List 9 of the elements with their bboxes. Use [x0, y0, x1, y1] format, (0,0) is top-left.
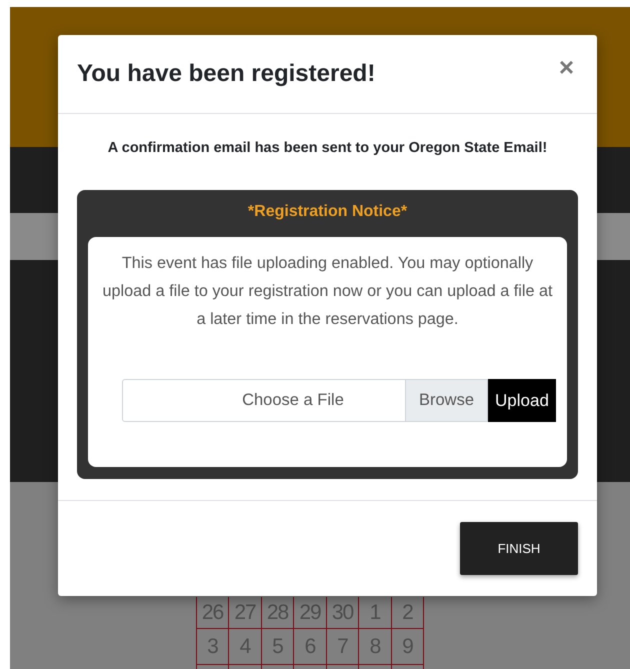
close-button[interactable]: × — [554, 54, 578, 80]
finish-button[interactable]: FINISH — [460, 522, 578, 575]
file-input-field[interactable]: Choose a File — [122, 378, 406, 422]
browse-button[interactable]: Browse — [406, 378, 488, 422]
confirmation-message: A confirmation email has been sent to your Oregon State Email! — [106, 139, 548, 158]
upload-button[interactable]: Upload — [488, 378, 556, 422]
notice-title: *Registration Notice* — [246, 202, 408, 222]
modal-title: You have been registered! — [77, 60, 376, 88]
notice-text: This event has file uploading enabled. You may optionally upload a file to your registration now or you can upload a file at a later time in the reservations page. — [102, 252, 554, 330]
